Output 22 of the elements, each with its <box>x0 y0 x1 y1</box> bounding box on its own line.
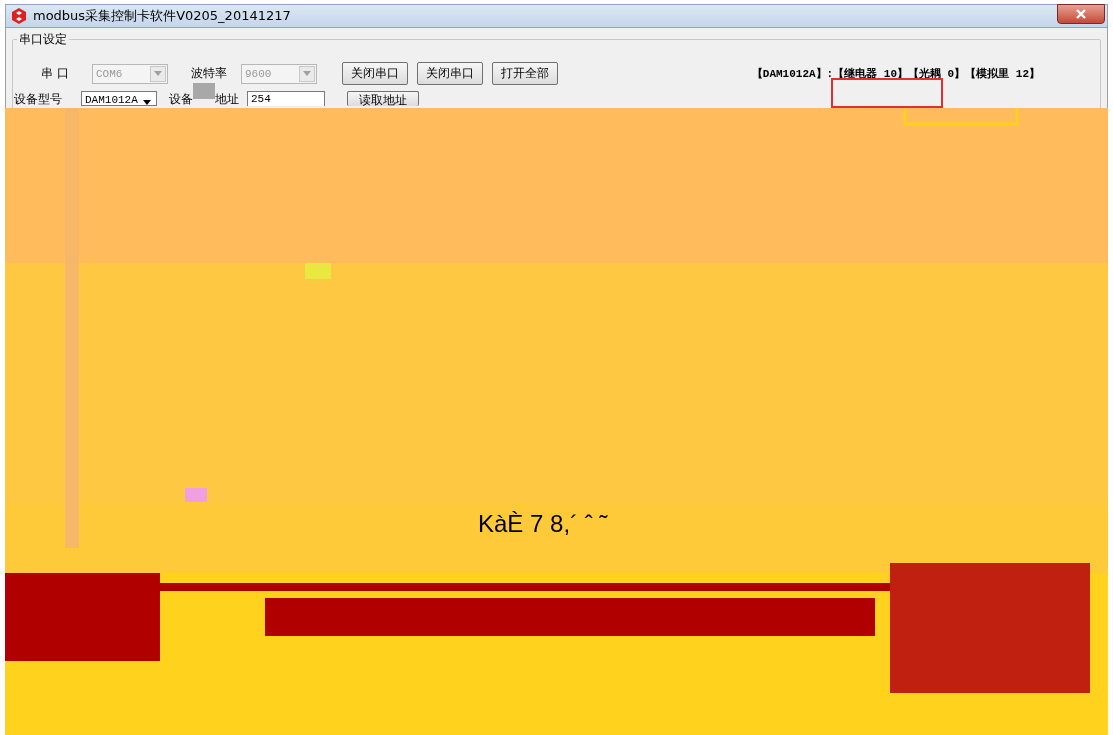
close-button[interactable] <box>1057 4 1105 24</box>
field-label: 设备型号 <box>14 91 63 108</box>
dropdown-arrow-icon <box>154 71 162 76</box>
dropdown[interactable]: DAM1012A <box>81 91 157 106</box>
app-logo-icon <box>10 7 28 25</box>
group-title: 串口设定 <box>17 31 69 48</box>
field-label: 设备 <box>169 91 193 108</box>
window-title: modbus采集控制卡软件V0205_20141217 <box>33 7 291 25</box>
glitch-smudge <box>193 83 215 99</box>
dropdown-arrow-icon <box>143 99 151 105</box>
toolbar-button[interactable]: 关闭串口 <box>342 62 408 85</box>
garbled-text: KàÈ 7 8,´ ˆ ˜ <box>478 510 608 538</box>
field-label: 波特率 <box>191 65 228 82</box>
field-label: 串 口 <box>41 65 70 82</box>
read-address-button[interactable]: 读取地址 <box>347 91 419 106</box>
dropdown-arrow-icon <box>303 71 311 76</box>
field-label: 地址 <box>215 91 239 108</box>
close-icon <box>1075 9 1087 19</box>
toolbar-button[interactable]: 打开全部 <box>492 62 558 85</box>
address-field[interactable]: 254 <box>247 91 325 106</box>
toolbar-button[interactable]: 关闭串口 <box>417 62 483 85</box>
device-info: 【DAM1012A】:【继电器 10】【光耦 0】【模拟里 12】 <box>751 66 1040 81</box>
